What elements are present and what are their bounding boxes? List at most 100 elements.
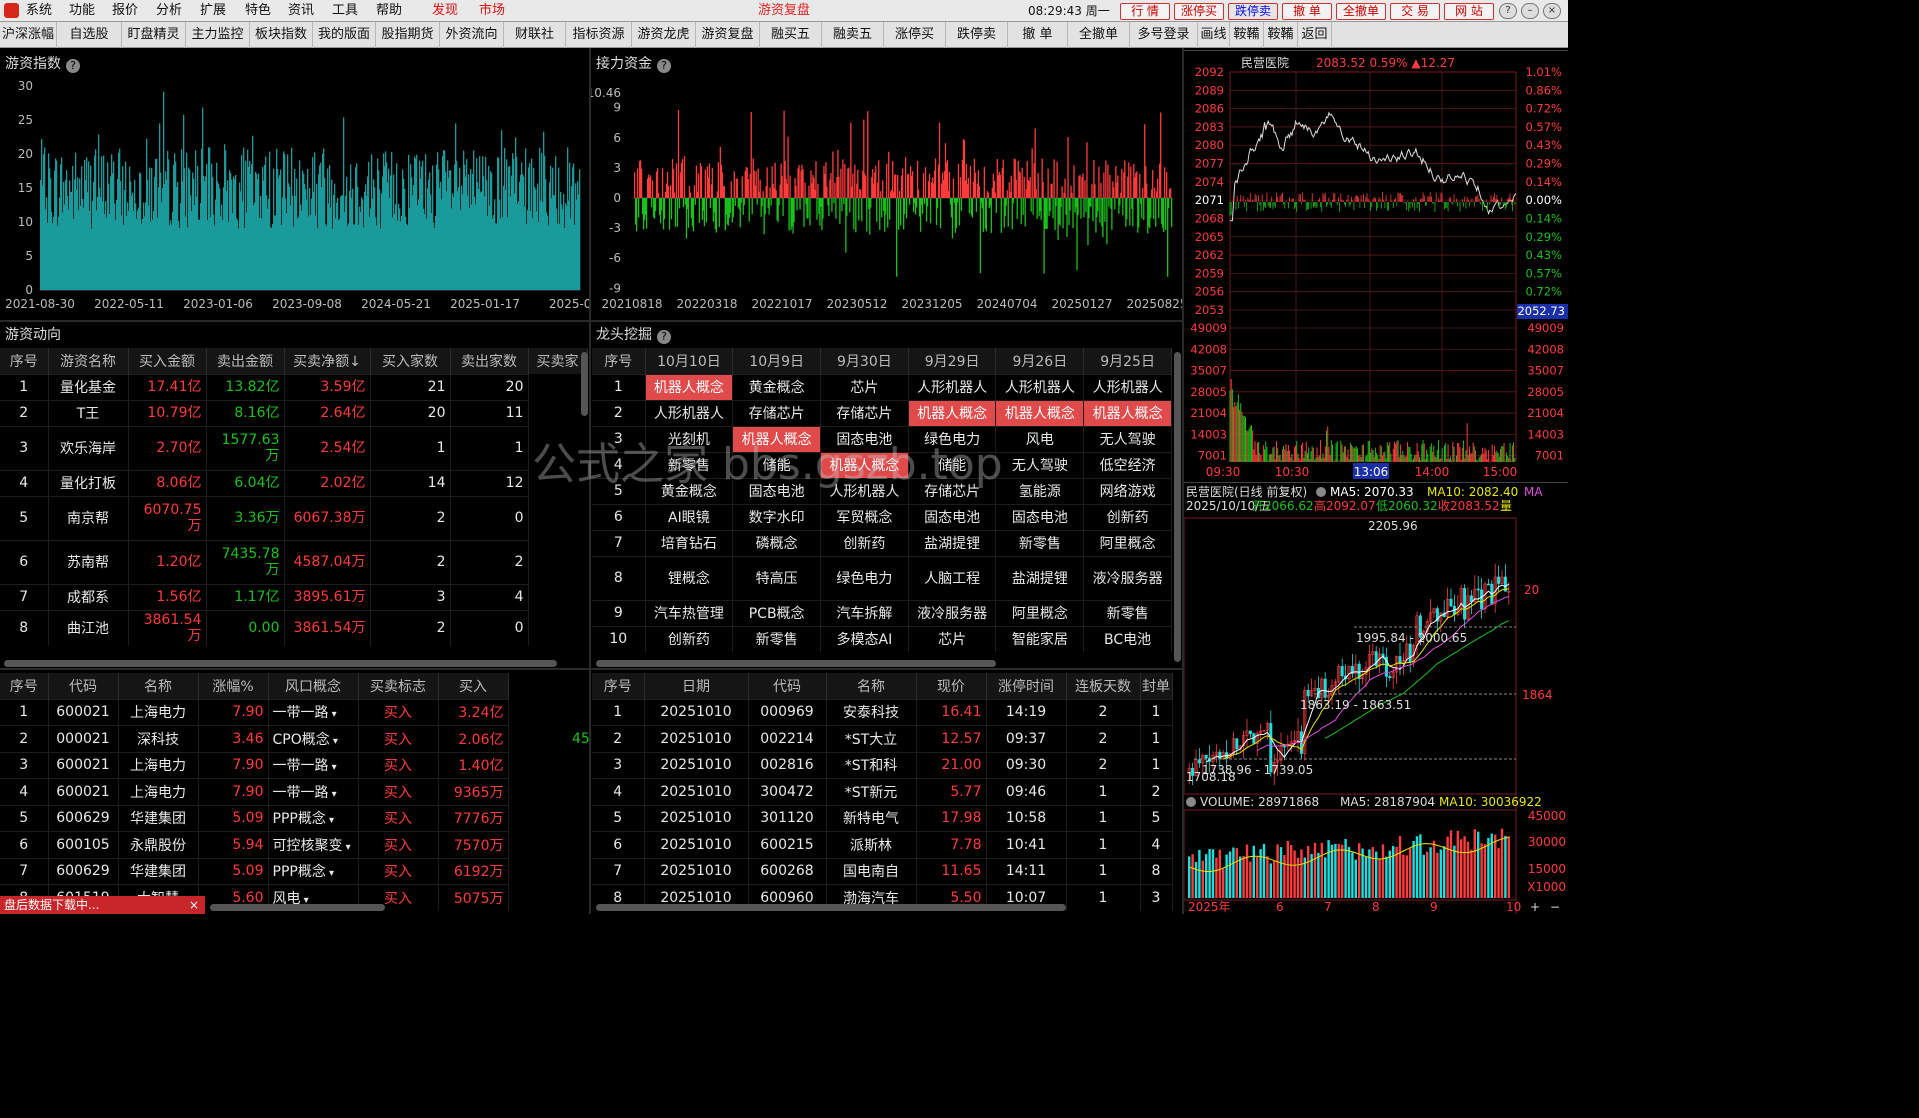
toolbar-button[interactable]: 我的版面: [313, 22, 376, 48]
table-row[interactable]: 5 南京帮 6070.75万 3.36万 6067.38万 2 0: [0, 495, 587, 540]
table-row[interactable]: 3 光刻机 机器人概念 固态电池 绿色电力 风电 无人驾驶: [592, 425, 1172, 452]
column-header[interactable]: 涨幅%: [198, 673, 269, 699]
toolbar-button[interactable]: 撤 单: [1008, 22, 1068, 48]
column-header[interactable]: 连板天数: [1066, 673, 1141, 699]
column-header[interactable]: 买卖家: [528, 348, 588, 374]
toolbar-button[interactable]: 游资龙虎: [632, 22, 696, 48]
menu-help[interactable]: 帮助: [376, 0, 402, 22]
column-header[interactable]: 买卖标志: [358, 673, 439, 699]
table-row[interactable]: 6 苏南帮 1.20亿 7435.78万 4587.04万 2 2: [0, 539, 587, 584]
table-row[interactable]: 4 600021 上海电力 7.90 一带一路 ▾ 买入 9365万: [0, 778, 587, 805]
column-header[interactable]: 9月26日: [995, 348, 1085, 374]
column-header[interactable]: 游资名称: [48, 348, 129, 374]
table-row[interactable]: 7 20251010 600268 国电南自 11.65 14:11 1 8: [592, 857, 1173, 885]
column-header[interactable]: 10月10日: [645, 348, 734, 374]
column-header[interactable]: 名称: [826, 673, 917, 699]
column-header[interactable]: 代码: [48, 673, 119, 699]
column-header[interactable]: 买入: [438, 673, 509, 699]
table-row[interactable]: 8 锂概念 特高压 绿色电力 人脑工程 盐湖提锂 液冷服务器: [592, 555, 1172, 600]
column-header[interactable]: 序号: [592, 348, 646, 374]
toolbar-button[interactable]: 画线: [1198, 22, 1230, 48]
tab-cancel-all[interactable]: 全撤单: [1336, 3, 1386, 20]
toolbar-button[interactable]: 全撤单: [1068, 22, 1130, 48]
toolbar-button[interactable]: 指标资源: [566, 22, 632, 48]
column-header[interactable]: 现价: [916, 673, 987, 699]
table-row[interactable]: 4 20251010 300472 *ST新元 5.77 09:46 1 2: [592, 778, 1173, 805]
table-row[interactable]: 1 20251010 000969 安泰科技 16.41 14:19 2 1: [592, 698, 1173, 726]
toolbar-button[interactable]: 鞍鞴B: [1264, 22, 1298, 68]
chevron-down-icon[interactable]: ▾: [330, 736, 338, 747]
chevron-down-icon[interactable]: ▾: [326, 815, 334, 826]
menu-feature[interactable]: 特色: [245, 0, 271, 22]
table-row[interactable]: 6 AI眼镜 数字水印 军贸概念 固态电池 固态电池 创新药: [592, 503, 1172, 530]
help-icon[interactable]: ?: [657, 330, 671, 344]
close-icon[interactable]: ×: [189, 896, 199, 914]
close-icon[interactable]: ×: [1543, 3, 1561, 19]
table-row[interactable]: 9 汽车热管理 PCB概念 汽车拆解 液冷服务器 阿里概念 新零售: [592, 599, 1172, 626]
table-row[interactable]: 7 成都系 1.56亿 1.17亿 3895.61万 3 4: [0, 583, 587, 610]
toolbar-button[interactable]: 外资流向: [440, 22, 504, 48]
scrollbar-vertical[interactable]: [581, 352, 588, 416]
table-row[interactable]: 3 欢乐海岸 2.70亿 1577.63万 2.54亿 1 1: [0, 425, 587, 470]
table-row[interactable]: 5 600629 华建集团 5.09 PPP概念 ▾ 买入 7776万: [0, 804, 587, 832]
menu-analysis[interactable]: 分析: [156, 0, 182, 22]
column-header[interactable]: 封单: [1140, 673, 1173, 699]
column-header[interactable]: 9月29日: [908, 348, 997, 374]
column-header[interactable]: 卖出金额: [206, 348, 285, 374]
menu-market[interactable]: 市场: [479, 0, 505, 22]
column-header[interactable]: 序号: [0, 348, 49, 374]
toolbar-button[interactable]: 涨停买: [884, 22, 946, 48]
tab-cancel[interactable]: 撤 单: [1282, 3, 1332, 20]
tab-limit-up-buy[interactable]: 涨停买: [1174, 3, 1224, 20]
tab-limit-down-sell[interactable]: 跌停卖: [1228, 3, 1278, 20]
column-header[interactable]: 9月30日: [820, 348, 909, 374]
column-header[interactable]: 代码: [748, 673, 827, 699]
table-row[interactable]: 1 600021 上海电力 7.90 一带一路 ▾ 买入 3.24亿: [0, 698, 587, 726]
table-row[interactable]: 1 机器人概念 黄金概念 芯片 人形机器人 人形机器人 人形机器人: [592, 373, 1172, 400]
table-row[interactable]: 6 20251010 600215 派斯林 7.78 10:41 1 4: [592, 831, 1173, 858]
table-row[interactable]: 7 600629 华建集团 5.09 PPP概念 ▾ 买入 6192万: [0, 857, 587, 885]
toolbar-button[interactable]: 盯盘精灵: [122, 22, 186, 48]
help-icon[interactable]: ?: [657, 59, 671, 73]
column-header[interactable]: 名称: [118, 673, 199, 699]
menu-system[interactable]: 系统: [26, 0, 52, 22]
table-row[interactable]: 7 培育钻石 磷概念 创新药 盐湖提锂 新零售 阿里概念: [592, 529, 1172, 556]
table-row[interactable]: 4 新零售 储能 机器人概念 储能 无人驾驶 低空经济: [592, 451, 1172, 478]
toolbar-button[interactable]: 多号登录: [1130, 22, 1198, 48]
column-header[interactable]: 买入金额: [128, 348, 207, 374]
table-row[interactable]: 6 600105 永鼎股份 5.94 可控核聚变 ▾ 买入 7570万: [0, 831, 587, 858]
zoom-out-icon[interactable]: −: [1550, 900, 1560, 914]
toolbar-button[interactable]: 沪深涨幅: [0, 22, 57, 48]
menu-quote[interactable]: 报价: [112, 0, 138, 22]
column-header[interactable]: 涨停时间: [986, 673, 1067, 699]
tab-website[interactable]: 网 站: [1444, 3, 1494, 20]
tab-trade[interactable]: 交 易: [1390, 3, 1440, 20]
table-row[interactable]: 4 量化打板 8.06亿 6.04亿 2.02亿 14 12: [0, 469, 587, 496]
table-row[interactable]: 10 创新药 新零售 多模态AI 芯片 智能家居 BC电池: [592, 625, 1172, 652]
toolbar-button[interactable]: 板块指数: [250, 22, 313, 48]
menu-news[interactable]: 资讯: [288, 0, 314, 22]
column-header[interactable]: 卖出家数: [450, 348, 529, 374]
zoom-in-icon[interactable]: +: [1530, 900, 1540, 914]
table-row[interactable]: 3 600021 上海电力 7.90 一带一路 ▾ 买入 1.40亿: [0, 751, 587, 779]
settings-icon[interactable]: [1316, 487, 1326, 497]
toolbar-button[interactable]: 股指期货: [376, 22, 440, 48]
scrollbar-horizontal[interactable]: [596, 660, 996, 667]
menu-tools[interactable]: 工具: [332, 0, 358, 22]
table-row[interactable]: 3 20251010 002816 *ST和科 21.00 09:30 2 1: [592, 751, 1173, 779]
chevron-down-icon[interactable]: ▾: [329, 789, 337, 800]
toolbar-button[interactable]: 融买五: [760, 22, 822, 48]
chevron-down-icon[interactable]: ▾: [329, 762, 337, 773]
toolbar-button[interactable]: 跌停卖: [946, 22, 1008, 48]
scrollbar-vertical[interactable]: [1174, 352, 1181, 662]
settings-icon[interactable]: [1186, 797, 1196, 807]
chevron-down-icon[interactable]: ▾: [329, 709, 337, 720]
menu-discover[interactable]: 发现: [432, 0, 458, 22]
toolbar-button[interactable]: 主力监控: [186, 22, 250, 48]
column-header[interactable]: 日期: [644, 673, 749, 699]
table-row[interactable]: 2 T王 10.79亿 8.16亿 2.64亿 20 11: [0, 399, 587, 426]
tab-quote[interactable]: 行 情: [1120, 3, 1170, 20]
chevron-down-icon[interactable]: ▾: [343, 842, 351, 853]
toolbar-button[interactable]: 融卖五: [822, 22, 884, 48]
column-header[interactable]: 9月25日: [1083, 348, 1172, 374]
